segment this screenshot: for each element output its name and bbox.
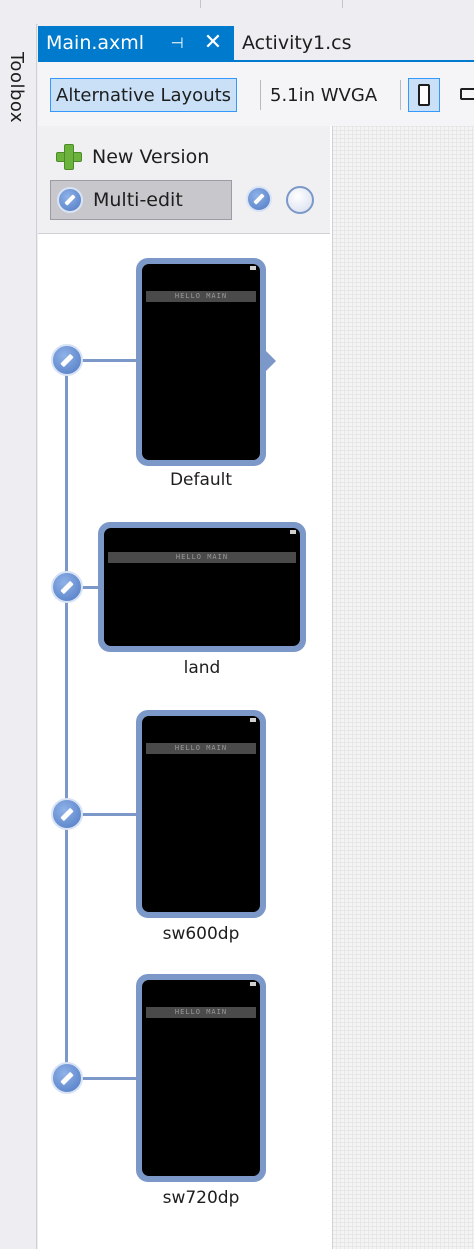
edit-sw720dp-button[interactable]	[51, 1062, 83, 1094]
status-bar-icon	[290, 530, 296, 534]
device-screen: HELLO MAIN	[142, 264, 260, 460]
landscape-orientation-button[interactable]	[458, 78, 474, 112]
tab-activity1-cs[interactable]: Activity1.cs	[242, 26, 352, 60]
multi-edit-button[interactable]: Multi-edit	[50, 180, 232, 220]
layout-version-label: land	[183, 658, 221, 678]
device-action-bar: HELLO MAIN	[108, 552, 296, 563]
toolbar-separator	[260, 80, 261, 110]
device-action-bar: HELLO MAIN	[146, 743, 256, 754]
edit-sw600dp-button[interactable]	[51, 798, 83, 830]
tree-trunk-line	[65, 359, 68, 1079]
toolbox-tab[interactable]: Toolbox	[6, 52, 27, 123]
top-divider	[200, 0, 201, 8]
layout-version-land[interactable]: HELLO MAIN	[98, 522, 306, 652]
landscape-phone-icon	[460, 88, 474, 100]
portrait-phone-icon	[418, 84, 430, 106]
device-screen: HELLO MAIN	[142, 716, 260, 912]
plus-icon	[54, 142, 84, 172]
pin-icon[interactable]: ⊣	[166, 32, 188, 54]
tab-main-axml[interactable]: Main.axml ⊣ ✕	[38, 26, 234, 60]
pencil-icon	[57, 187, 83, 213]
device-action-bar: HELLO MAIN	[146, 1007, 256, 1018]
status-bar-icon	[250, 718, 256, 722]
layout-version-label: Default	[169, 470, 233, 490]
pencil-icon	[51, 1062, 83, 1094]
designer-toolbar: Alternative Layouts 5.1in WVGA	[38, 62, 474, 127]
status-bar-icon	[250, 266, 256, 270]
layout-version-sw720dp[interactable]: HELLO MAIN	[136, 974, 266, 1182]
panel-header: New Version Multi-edit	[38, 126, 330, 234]
edit-land-button[interactable]	[51, 571, 83, 603]
pencil-icon	[246, 186, 272, 212]
document-tab-bar: Main.axml ⊣ ✕ Activity1.cs	[38, 24, 474, 62]
tab-label: Main.axml	[46, 32, 145, 54]
alternative-layouts-button[interactable]: Alternative Layouts	[50, 78, 238, 112]
device-action-bar: HELLO MAIN	[146, 291, 256, 302]
layout-version-label: sw720dp	[162, 1188, 240, 1208]
device-screen: HELLO MAIN	[142, 980, 260, 1176]
new-version-button[interactable]: New Version	[54, 140, 209, 174]
alternative-layouts-panel: New Version Multi-edit HELLO MAIN Defaul…	[38, 126, 333, 1249]
edit-default-button[interactable]	[51, 344, 83, 376]
toolbox-rail[interactable]: Toolbox	[0, 24, 37, 1249]
window-top-strip	[0, 0, 474, 25]
clear-selection-button[interactable]	[286, 186, 314, 214]
toolbar-separator	[400, 80, 401, 110]
portrait-orientation-button[interactable]	[408, 78, 440, 112]
pencil-icon	[51, 344, 83, 376]
top-divider	[342, 0, 343, 8]
device-select[interactable]: 5.1in WVGA	[270, 78, 377, 112]
pencil-icon	[51, 571, 83, 603]
close-icon[interactable]: ✕	[200, 30, 226, 56]
multi-edit-label: Multi-edit	[93, 189, 183, 211]
layout-version-default[interactable]: HELLO MAIN	[136, 258, 266, 466]
device-screen: HELLO MAIN	[104, 528, 300, 646]
new-version-label: New Version	[92, 146, 210, 168]
selected-caret-icon	[266, 351, 276, 371]
pencil-icon	[51, 798, 83, 830]
layout-version-label: sw600dp	[162, 924, 240, 944]
status-bar-icon	[250, 982, 256, 986]
layout-version-sw600dp[interactable]: HELLO MAIN	[136, 710, 266, 918]
design-canvas[interactable]	[332, 126, 474, 1249]
edit-all-button[interactable]	[246, 186, 272, 216]
